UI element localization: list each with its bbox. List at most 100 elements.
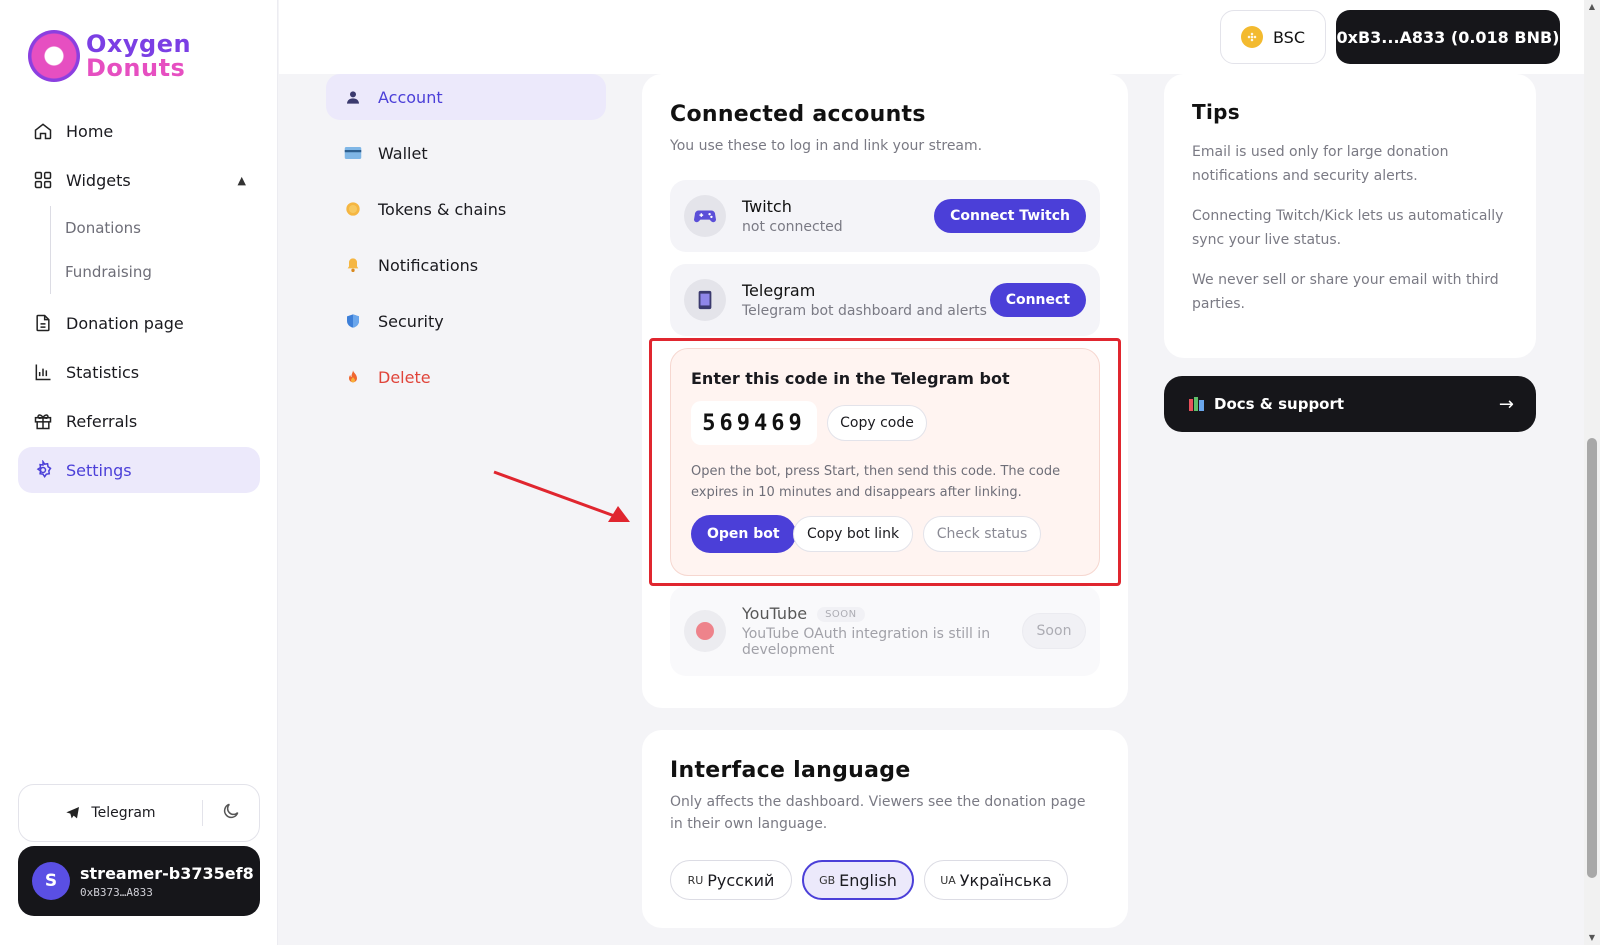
lang-code: GB [819,873,836,887]
settings-item-label: Tokens & chains [378,199,507,219]
caret-up-icon[interactable]: ▲ [238,174,246,187]
telegram-link-button[interactable]: Telegram [19,805,202,821]
youtube-dot-icon [684,610,726,652]
phone-icon [684,279,726,321]
settings-item-label: Security [378,311,444,331]
nav-item-statistics[interactable]: Statistics [18,349,260,395]
arrow-right-icon: → [1498,393,1514,415]
settings-item-security[interactable]: Security [326,298,606,344]
wallet-button[interactable]: 0xB3...A833 (0.018 BNB) [1336,10,1560,64]
youtube-account-row: YouTube SOON YouTube OAuth integration is… [670,586,1100,676]
twitch-status: not connected [742,219,843,235]
lang-option-gb[interactable]: GB English [802,860,914,900]
nav-label: Statistics [66,362,140,382]
user-icon [344,88,362,106]
scrollbar-thumb[interactable] [1587,438,1597,878]
chain-selector-button[interactable]: BSC [1220,10,1326,64]
lang-label: English [839,870,897,890]
bnb-coin-icon [1240,26,1263,48]
lang-code: RU [687,873,704,887]
connect-telegram-button[interactable]: Connect [989,283,1086,317]
nav-label: Widgets [66,170,131,190]
docs-support-label: Docs & support [1214,395,1345,413]
tips-card: Tips Email is used only for large donati… [1164,74,1536,358]
lang-option-ua[interactable]: UA Українська [924,860,1068,900]
youtube-name-row: YouTube SOON [742,604,1012,623]
brand-line-2: Donuts [86,54,186,82]
fire-icon [344,368,362,386]
gift-icon [32,410,54,432]
user-address: 0xB373…A833 [80,885,153,899]
settings-item-label: Notifications [378,255,479,275]
nav-label: Referrals [66,411,138,431]
telegram-account-row: Telegram Telegram bot dashboard and aler… [670,264,1100,336]
nav-item-widgets[interactable]: Widgets ▲ [18,157,260,203]
youtube-status: YouTube OAuth integration is still in de… [742,626,991,658]
settings-menu: Account Wallet Tokens & chains Notificat… [326,74,606,410]
main-nav: Home Widgets ▲ Donations Fundraising Don… [18,108,260,496]
bell-icon [344,256,362,274]
language-title: Interface language [670,758,911,783]
avatar: S [32,862,70,900]
docs-support-button[interactable]: Docs & support → [1164,376,1536,432]
user-card[interactable]: S streamer-b3735ef8 0xB373…A833 [18,846,260,916]
nav-item-settings[interactable]: Settings [18,447,260,493]
annotation-highlight-box [649,338,1121,586]
soon-badge: SOON [817,607,865,622]
tip-item: Connecting Twitch/Kick lets us automatic… [1192,208,1504,248]
connected-accounts-title: Connected accounts [670,102,926,127]
books-icon [1188,396,1206,412]
youtube-soon-button: Soon [1022,613,1086,649]
twitch-account-row: Twitch not connected Connect Twitch [670,180,1100,252]
nav-item-referrals[interactable]: Referrals [18,398,260,444]
interface-language-card: Interface language Only affects the dash… [642,730,1128,928]
page-scrollbar[interactable]: ▲ ▼ [1584,0,1600,945]
settings-item-label: Account [378,87,443,107]
youtube-name: YouTube [742,604,808,623]
twitch-name: Twitch [742,197,792,216]
coin-icon [344,200,362,218]
nav-label: Donation page [66,313,184,333]
connected-accounts-subtitle: You use these to log in and link your st… [670,138,983,154]
annotation-arrow [493,470,630,522]
sidebar-footer: Telegram [18,784,260,842]
card-icon [344,144,362,162]
moon-icon [221,801,241,825]
document-icon [32,312,54,334]
nav-item-home[interactable]: Home [18,108,260,154]
user-name: streamer-b3735ef8 [80,863,254,883]
scroll-down-icon[interactable]: ▼ [1587,933,1597,943]
settings-item-account[interactable]: Account [326,74,606,120]
brand-line-1: Oxygen [86,30,192,58]
chain-label: BSC [1272,27,1306,47]
grid-icon [32,169,54,191]
tip-item: Email is used only for large donation no… [1192,144,1449,184]
theme-toggle[interactable] [203,801,259,825]
lang-label: Українська [959,870,1052,890]
subnav-item-donations[interactable]: Donations [51,206,260,250]
nav-label: Settings [66,460,132,480]
settings-item-tokens[interactable]: Tokens & chains [326,186,606,232]
lang-option-ru[interactable]: RU Русский [670,860,792,900]
connect-twitch-button[interactable]: Connect Twitch [934,199,1086,233]
lang-label: Русский [707,870,775,890]
settings-item-delete[interactable]: Delete [326,354,606,400]
nav-item-donation-page[interactable]: Donation page [18,300,260,346]
tips-title: Tips [1192,100,1240,124]
subnav-item-fundraising[interactable]: Fundraising [51,250,260,294]
tip-item: We never sell or share your email with t… [1192,272,1499,312]
settings-item-label: Delete [378,367,431,387]
nav-label: Home [66,121,114,141]
settings-item-wallet[interactable]: Wallet [326,130,606,176]
brand-logo[interactable]: Oxygen Donuts [28,30,191,82]
shield-icon [344,312,362,330]
brand-wordmark: Oxygen Donuts [86,32,191,80]
language-subtitle: Only affects the dashboard. Viewers see … [670,794,1086,832]
telegram-name: Telegram [742,281,816,300]
widgets-subnav: Donations Fundraising [50,206,260,294]
scroll-up-icon[interactable]: ▲ [1587,2,1597,12]
telegram-status: Telegram bot dashboard and alerts [742,303,987,319]
lang-code: UA [940,873,956,887]
settings-item-notifications[interactable]: Notifications [326,242,606,288]
donut-logo-icon [28,30,80,82]
